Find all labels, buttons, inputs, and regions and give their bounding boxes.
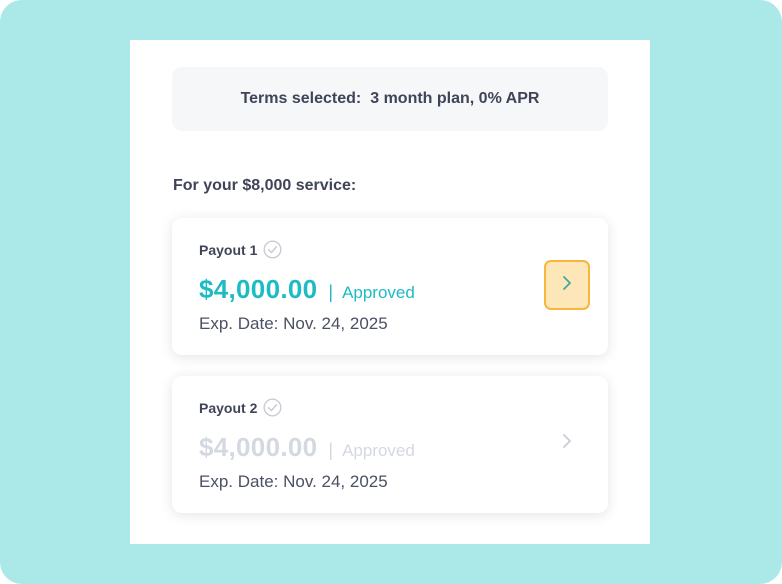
payout-amount-row: $4,000.00 | Approved <box>199 274 415 305</box>
expiration-date: Exp. Date: Nov. 24, 2025 <box>199 314 388 333</box>
open-payout-2-button[interactable] <box>544 418 590 468</box>
terms-value: 3 month plan, 0% APR <box>370 90 540 107</box>
separator: | <box>328 282 334 302</box>
payout-header: Payout 1 <box>199 240 282 259</box>
terms-label: Terms selected: <box>240 90 362 107</box>
terms-summary: Terms selected: 3 month plan, 0% APR <box>172 67 608 131</box>
status-label: Approved <box>342 283 415 302</box>
payout-amount: $4,000.00 <box>199 432 318 462</box>
check-circle-icon <box>263 398 282 417</box>
payout-amount-row: $4,000.00 | Approved <box>199 432 415 463</box>
app-background: Terms selected: 3 month plan, 0% APR For… <box>0 0 782 584</box>
status-label: Approved <box>342 441 415 460</box>
check-circle-icon <box>263 240 282 259</box>
expiration-date: Exp. Date: Nov. 24, 2025 <box>199 472 388 491</box>
payout-header: Payout 2 <box>199 398 282 417</box>
payout-label: Payout 1 <box>199 241 258 258</box>
payout-label: Payout 2 <box>199 399 258 416</box>
chevron-right-icon <box>560 274 574 297</box>
payout-panel: Terms selected: 3 month plan, 0% APR For… <box>130 40 650 544</box>
service-heading: For your $8,000 service: <box>173 177 357 194</box>
chevron-right-icon <box>560 432 574 455</box>
open-payout-1-button[interactable] <box>544 260 590 310</box>
separator: | <box>328 440 334 460</box>
payout-amount: $4,000.00 <box>199 274 318 304</box>
payout-card-2[interactable]: Payout 2 $4,000.00 | Approved Exp. Date:… <box>172 376 608 513</box>
payout-card-1[interactable]: Payout 1 $4,000.00 | Approved Exp. Date:… <box>172 218 608 355</box>
